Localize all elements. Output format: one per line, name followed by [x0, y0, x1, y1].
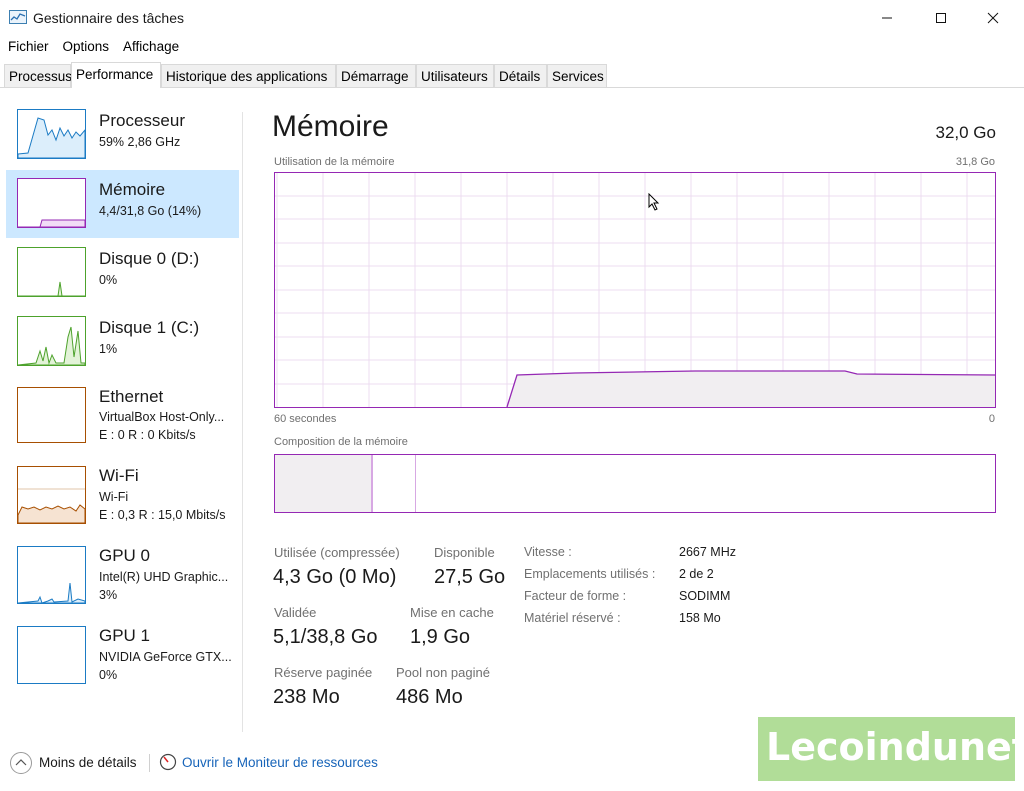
composition-modified	[371, 455, 373, 512]
sidebar-subtitle: 4,4/31,8 Go (14%)	[99, 204, 202, 218]
stat-available-label: Disponible	[434, 545, 495, 560]
usage-graph-label: Utilisation de la mémoire	[274, 156, 395, 168]
sidebar-item-wifi[interactable]: Wi-Fi Wi-Fi E : 0,3 R : 15,0 Mbits/s	[6, 456, 239, 524]
disk1-thumbnail	[17, 316, 86, 366]
sidebar-title: Disque 0 (D:)	[99, 249, 200, 268]
maximize-button[interactable]	[918, 0, 964, 36]
ethernet-thumbnail	[17, 387, 86, 443]
sidebar-divider	[242, 112, 243, 732]
sidebar-subtitle: 1%	[99, 342, 118, 356]
tab-performance[interactable]: Performance	[71, 62, 161, 88]
memory-thumbnail	[17, 178, 86, 228]
gpu1-thumbnail	[17, 626, 86, 684]
sidebar-subtitle-2: E : 0 R : 0 Kbits/s	[99, 428, 196, 442]
sidebar-item-gpu-0[interactable]: GPU 0 Intel(R) UHD Graphic... 3%	[6, 536, 239, 604]
maximize-icon	[936, 13, 946, 23]
sidebar-title: Ethernet	[99, 387, 164, 406]
mouse-cursor-icon	[648, 193, 660, 211]
page-title: Mémoire	[272, 110, 389, 143]
sidebar-subtitle: 59% 2,86 GHz	[99, 135, 181, 149]
minimize-button[interactable]	[864, 0, 910, 36]
sidebar-title: Disque 1 (C:)	[99, 318, 200, 337]
stat-cached-value: 1,9 Go	[410, 626, 471, 648]
graph-time-end: 0	[988, 413, 995, 425]
watermark-logo: Lecoindunet	[758, 717, 1024, 781]
memory-composition-bar	[274, 454, 996, 513]
tab-utilisateurs[interactable]: Utilisateurs	[416, 64, 494, 87]
detail-reserved-value: 158 Mo	[679, 611, 721, 625]
watermark-text: Lecoindunet	[766, 725, 1024, 769]
stat-used-value: 4,3 Go (0 Mo)	[273, 566, 397, 588]
sidebar-title: Mémoire	[99, 180, 166, 199]
sidebar-subtitle: 0%	[99, 273, 118, 287]
chevron-up-icon	[15, 759, 27, 766]
detail-form-label: Facteur de forme :	[524, 589, 627, 603]
detail-form-value: SODIMM	[679, 589, 731, 603]
open-resource-monitor-link[interactable]: Ouvrir le Moniteur de ressources	[182, 755, 378, 770]
cpu-thumbnail	[17, 109, 86, 159]
tab-historique[interactable]: Historique des applications	[161, 64, 336, 87]
sidebar-subtitle-2: E : 0,3 R : 15,0 Mbits/s	[99, 508, 226, 522]
window-title: Gestionnaire des tâches	[33, 10, 184, 26]
task-manager-icon	[9, 10, 27, 24]
close-button[interactable]	[970, 0, 1016, 36]
menu-bar: Fichier Options Affichage	[0, 36, 185, 58]
resource-monitor-icon	[159, 753, 177, 771]
sidebar-subtitle: Intel(R) UHD Graphic...	[99, 570, 229, 584]
detail-slots-value: 2 de 2	[679, 567, 714, 581]
tab-demarrage[interactable]: Démarrage	[336, 64, 416, 87]
gpu0-thumbnail	[17, 546, 86, 604]
sidebar-title: GPU 0	[99, 546, 151, 565]
stat-used-label: Utilisée (compressée)	[274, 545, 400, 560]
disk0-thumbnail	[17, 247, 86, 297]
sidebar-subtitle: VirtualBox Host-Only...	[99, 410, 225, 424]
stat-committed-value: 5,1/38,8 Go	[273, 626, 378, 648]
menu-options[interactable]: Options	[55, 36, 116, 58]
close-icon	[987, 12, 999, 24]
tab-details[interactable]: Détails	[494, 64, 547, 87]
detail-speed-label: Vitesse :	[524, 545, 572, 559]
sidebar-item-processeur[interactable]: Processeur 59% 2,86 GHz	[6, 101, 239, 169]
sidebar-subtitle: NVIDIA GeForce GTX...	[99, 650, 232, 664]
stat-paged-value: 238 Mo	[273, 686, 340, 708]
stat-available-value: 27,5 Go	[434, 566, 506, 588]
tab-bar: Processus Performance Historique des app…	[0, 62, 1024, 88]
composition-in-use	[275, 455, 371, 512]
graph-time-start: 60 secondes	[274, 413, 337, 425]
sidebar-item-memoire[interactable]: Mémoire 4,4/31,8 Go (14%)	[6, 170, 239, 238]
detail-speed-value: 2667 MHz	[679, 545, 736, 559]
sidebar-title: Wi-Fi	[99, 466, 139, 485]
total-memory: 32,0 Go	[935, 123, 997, 142]
title-bar: Gestionnaire des tâches	[0, 0, 1024, 36]
stat-committed-label: Validée	[274, 605, 317, 620]
stat-cached-label: Mise en cache	[410, 605, 494, 620]
sidebar-subtitle-2: 0%	[99, 668, 118, 682]
sidebar-item-disque-1[interactable]: Disque 1 (C:) 1%	[6, 308, 239, 376]
menu-affichage[interactable]: Affichage	[115, 36, 185, 58]
composition-label: Composition de la mémoire	[274, 436, 408, 448]
detail-reserved-label: Matériel réservé :	[524, 611, 621, 625]
menu-fichier[interactable]: Fichier	[0, 36, 55, 58]
detail-slots-label: Emplacements utilisés :	[524, 567, 656, 581]
stat-paged-label: Réserve paginée	[274, 665, 373, 680]
sidebar-title: Processeur	[99, 111, 185, 130]
tab-services[interactable]: Services	[547, 64, 607, 87]
composition-standby-divider	[415, 455, 416, 512]
sidebar-item-gpu-1[interactable]: GPU 1 NVIDIA GeForce GTX... 0%	[6, 616, 239, 684]
fewer-details-button[interactable]	[10, 752, 32, 774]
memory-usage-graph	[274, 172, 996, 408]
tab-processus[interactable]: Processus	[4, 64, 72, 87]
sidebar-title: GPU 1	[99, 626, 151, 645]
sidebar-subtitle: Wi-Fi	[99, 490, 129, 504]
sidebar-item-disque-0[interactable]: Disque 0 (D:) 0%	[6, 239, 239, 307]
usage-graph-max: 31,8 Go	[955, 156, 995, 168]
sidebar-item-ethernet[interactable]: Ethernet VirtualBox Host-Only... E : 0 R…	[6, 377, 239, 445]
minimize-icon	[882, 17, 892, 19]
stat-nonpaged-label: Pool non paginé	[396, 665, 490, 680]
footer-separator	[149, 754, 150, 772]
stat-nonpaged-value: 486 Mo	[396, 686, 463, 708]
sidebar-subtitle-2: 3%	[99, 588, 118, 602]
fewer-details-label[interactable]: Moins de détails	[39, 755, 137, 770]
wifi-thumbnail	[17, 466, 86, 524]
